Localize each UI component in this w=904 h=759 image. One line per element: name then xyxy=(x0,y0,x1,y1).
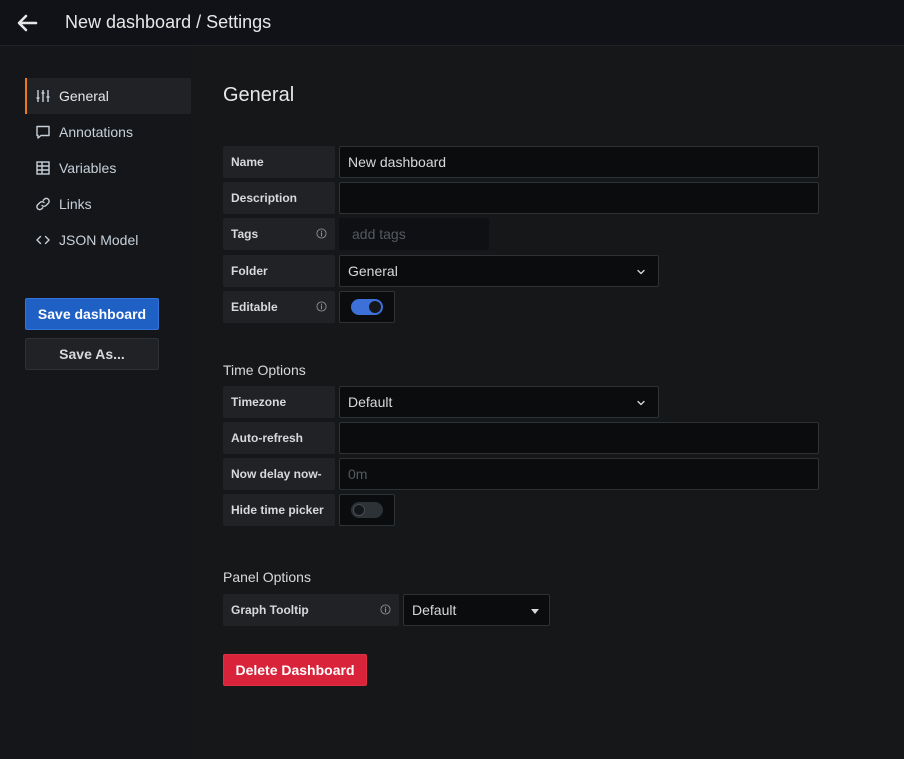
arrow-left-icon xyxy=(17,14,38,31)
hide-time-picker-label: Hide time picker xyxy=(223,494,335,526)
delete-dashboard-button[interactable]: Delete Dashboard xyxy=(223,654,367,686)
tags-row: Tags add tags xyxy=(223,218,489,250)
top-bar: New dashboard / Settings xyxy=(0,0,904,46)
tags-label-text: Tags xyxy=(231,227,259,241)
sidebar-item-label: Links xyxy=(59,196,92,212)
description-row: Description xyxy=(223,182,819,214)
now-delay-row: Now delay now- 0m xyxy=(223,458,819,490)
info-icon[interactable] xyxy=(316,301,327,312)
description-label: Description xyxy=(223,182,335,214)
timezone-row: Timezone Default xyxy=(223,386,659,418)
sliders-icon xyxy=(35,88,51,104)
auto-refresh-label: Auto-refresh xyxy=(223,422,335,454)
section-title-general: General xyxy=(223,84,295,106)
section-title-time-options: Time Options xyxy=(223,362,306,378)
sidebar-item-label: Variables xyxy=(59,160,117,176)
sidebar-item-variables[interactable]: Variables xyxy=(25,150,191,186)
now-delay-label: Now delay now- xyxy=(223,458,335,490)
toggle-switch-on xyxy=(351,299,383,315)
section-title-panel-options: Panel Options xyxy=(223,569,311,585)
editable-label-text: Editable xyxy=(231,300,278,314)
sidebar-item-general[interactable]: General xyxy=(25,78,191,114)
editable-toggle[interactable] xyxy=(339,291,395,323)
tags-input[interactable]: add tags xyxy=(339,218,489,250)
graph-tooltip-select[interactable]: Default xyxy=(403,594,550,626)
hide-time-picker-row: Hide time picker xyxy=(223,494,395,526)
description-input[interactable] xyxy=(339,182,819,214)
back-button[interactable] xyxy=(0,5,54,41)
timezone-label: Timezone xyxy=(223,386,335,418)
auto-refresh-row: Auto-refresh xyxy=(223,422,819,454)
info-icon[interactable] xyxy=(380,604,391,615)
folder-select[interactable]: General xyxy=(339,255,659,287)
settings-main: General Name New dashboard Description T… xyxy=(191,46,904,759)
tags-label: Tags xyxy=(223,218,335,250)
info-icon[interactable] xyxy=(316,228,327,239)
graph-tooltip-label: Graph Tooltip xyxy=(223,594,399,626)
code-icon xyxy=(35,232,51,248)
save-as-button[interactable]: Save As... xyxy=(25,338,159,370)
timezone-select[interactable]: Default xyxy=(339,386,659,418)
settings-sidebar: General Annotations Variables Links JSON… xyxy=(0,46,191,759)
save-dashboard-button[interactable]: Save dashboard xyxy=(25,298,159,330)
folder-select-value: General xyxy=(348,263,398,279)
name-input[interactable]: New dashboard xyxy=(339,146,819,178)
caret-down-icon xyxy=(531,609,539,614)
graph-tooltip-row: Graph Tooltip Default xyxy=(223,594,550,626)
toggle-switch-off xyxy=(351,502,383,518)
now-delay-input[interactable]: 0m xyxy=(339,458,819,490)
graph-tooltip-select-value: Default xyxy=(412,602,457,618)
sidebar-item-annotations[interactable]: Annotations xyxy=(25,114,191,150)
auto-refresh-input[interactable] xyxy=(339,422,819,454)
chevron-down-icon xyxy=(637,269,645,275)
page-title: New dashboard / Settings xyxy=(65,12,272,32)
toggle-knob xyxy=(353,504,365,516)
graph-tooltip-label-text: Graph Tooltip xyxy=(231,603,309,617)
editable-row: Editable xyxy=(223,291,395,323)
timezone-select-value: Default xyxy=(348,394,393,410)
table-icon xyxy=(35,160,51,176)
toggle-knob xyxy=(369,301,381,313)
folder-row: Folder General xyxy=(223,255,659,287)
folder-label: Folder xyxy=(223,255,335,287)
sidebar-item-label: General xyxy=(59,88,109,104)
settings-nav: General Annotations Variables Links JSON… xyxy=(25,78,191,258)
sidebar-item-links[interactable]: Links xyxy=(25,186,191,222)
name-row: Name New dashboard xyxy=(223,146,819,178)
sidebar-item-json-model[interactable]: JSON Model xyxy=(25,222,191,258)
link-icon xyxy=(35,196,51,212)
comment-icon xyxy=(35,124,51,140)
chevron-down-icon xyxy=(637,400,645,406)
editable-label: Editable xyxy=(223,291,335,323)
sidebar-item-label: JSON Model xyxy=(59,232,139,248)
sidebar-item-label: Annotations xyxy=(59,124,133,140)
hide-time-picker-toggle[interactable] xyxy=(339,494,395,526)
name-label: Name xyxy=(223,146,335,178)
